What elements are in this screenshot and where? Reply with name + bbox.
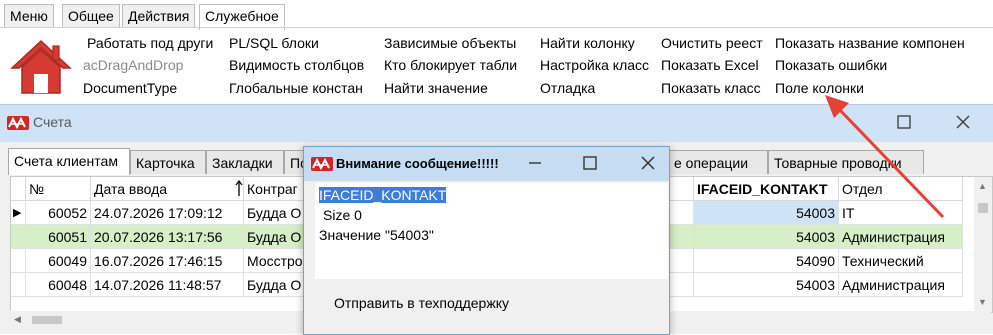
cell-date[interactable]: 16.07.2026 17:46:15 bbox=[91, 249, 244, 273]
ribbon-tab-actions[interactable]: Действия bbox=[122, 4, 196, 27]
hscrollbar-thumb[interactable] bbox=[32, 316, 62, 324]
tab-client-accounts[interactable]: Счета клиентам bbox=[8, 148, 130, 175]
message-line-value: Значение "54003" bbox=[319, 227, 434, 243]
ribbon-divider bbox=[0, 27, 993, 28]
ribbon-tab-general[interactable]: Общее bbox=[62, 4, 120, 27]
close-icon[interactable] bbox=[633, 152, 663, 176]
cell-ifaceid-kontakt[interactable]: 54003 bbox=[694, 225, 839, 249]
ribbon-class-settings[interactable]: Настройка класс bbox=[540, 55, 654, 75]
accounts-window-title: Счета bbox=[33, 114, 72, 130]
scroll-down-icon[interactable]: ▼ bbox=[978, 297, 987, 307]
app-logo-icon bbox=[311, 157, 333, 171]
message-dialog-titlebar[interactable]: Внимание сообщение!!!!! bbox=[304, 147, 669, 181]
ribbon-debug[interactable]: Отладка bbox=[540, 78, 654, 98]
ribbon-acdraganddrop[interactable]: acDragAndDrop bbox=[83, 55, 222, 75]
maximize-icon[interactable] bbox=[575, 152, 605, 176]
sort-arrow-icon bbox=[235, 179, 243, 200]
current-row-indicator-icon: ▶ bbox=[11, 201, 26, 225]
row-indicator-header bbox=[11, 177, 26, 201]
ribbon: Меню Общее Действия Служебное Работать п… bbox=[0, 0, 993, 103]
scroll-up-icon[interactable]: ▲ bbox=[978, 181, 987, 191]
tab-partial[interactable]: По bbox=[284, 150, 308, 174]
ribbon-show-excel[interactable]: Показать Excel bbox=[661, 55, 769, 75]
ribbon-documenttype[interactable]: DocumentType bbox=[83, 78, 222, 98]
vertical-scrollbar[interactable]: ▲ ▼ bbox=[974, 177, 992, 312]
cell-number[interactable]: 60052 bbox=[26, 201, 91, 225]
ribbon-global-constants[interactable]: Глобальные констан bbox=[229, 78, 377, 98]
cell-number[interactable]: 60051 bbox=[26, 225, 91, 249]
home-icon[interactable] bbox=[10, 38, 72, 96]
cell-date[interactable]: 24.07.2026 17:09:12 bbox=[91, 201, 244, 225]
message-text-area[interactable]: IFACEID_KONTAKT Size 0 Значение "54003" bbox=[315, 183, 668, 279]
scrollbar-thumb[interactable] bbox=[978, 203, 988, 213]
cell-number[interactable]: 60048 bbox=[26, 273, 91, 297]
ribbon-column-visibility[interactable]: Видимость столбцов bbox=[229, 55, 377, 75]
cell-ifaceid-kontakt[interactable]: 54090 bbox=[694, 249, 839, 273]
message-line-size: Size 0 bbox=[323, 207, 362, 223]
ribbon-dependent-objects[interactable]: Зависимые объекты bbox=[384, 33, 530, 53]
ribbon-find-column[interactable]: Найти колонку bbox=[540, 33, 654, 53]
ribbon-find-value[interactable]: Найти значение bbox=[384, 78, 530, 98]
ribbon-show-errors[interactable]: Показать ошибки bbox=[775, 55, 991, 75]
tab-card[interactable]: Карточка bbox=[130, 150, 206, 174]
cell-ifaceid-kontakt[interactable]: 54003 bbox=[694, 273, 839, 297]
column-header-number[interactable]: № bbox=[26, 177, 91, 201]
ribbon-show-class[interactable]: Показать класс bbox=[661, 78, 769, 98]
minimize-icon[interactable] bbox=[520, 152, 550, 176]
message-dialog-title: Внимание сообщение!!!!! bbox=[336, 156, 499, 171]
row-indicator bbox=[11, 273, 26, 297]
ribbon-tab-menu[interactable]: Меню bbox=[4, 4, 54, 27]
ribbon-plsql-blocks[interactable]: PL/SQL блоки bbox=[229, 33, 377, 53]
annotation-arrow bbox=[815, 90, 955, 225]
ribbon-show-component-name[interactable]: Показать название компонен bbox=[775, 33, 991, 53]
row-indicator bbox=[11, 225, 26, 249]
cell-department[interactable]: Технический bbox=[839, 249, 963, 273]
message-line-field[interactable]: IFACEID_KONTAKT bbox=[319, 187, 447, 203]
ribbon-work-as-user[interactable]: Работать под други bbox=[87, 33, 222, 53]
row-indicator bbox=[11, 249, 26, 273]
cell-number[interactable]: 60049 bbox=[26, 249, 91, 273]
tab-operations[interactable]: е операции bbox=[668, 150, 768, 174]
cell-date[interactable]: 20.07.2026 13:17:56 bbox=[91, 225, 244, 249]
ribbon-clear-registry[interactable]: Очистить реест bbox=[661, 33, 769, 53]
ribbon-who-locks-table[interactable]: Кто блокирует табли bbox=[384, 55, 530, 75]
column-header-date[interactable]: Дата ввода bbox=[91, 177, 244, 201]
cell-department[interactable]: Администрация bbox=[839, 225, 963, 249]
send-to-support-button[interactable]: Отправить в техподдержку bbox=[334, 295, 509, 311]
app-logo-icon bbox=[7, 116, 29, 130]
scroll-left-icon[interactable]: ◀ bbox=[14, 314, 21, 325]
cell-department[interactable]: Администрация bbox=[839, 273, 963, 297]
tab-bookmarks[interactable]: Закладки bbox=[206, 150, 284, 174]
cell-date[interactable]: 14.07.2026 11:48:57 bbox=[91, 273, 244, 297]
message-dialog: Внимание сообщение!!!!! IFACEID_KONTAKT … bbox=[303, 146, 670, 335]
